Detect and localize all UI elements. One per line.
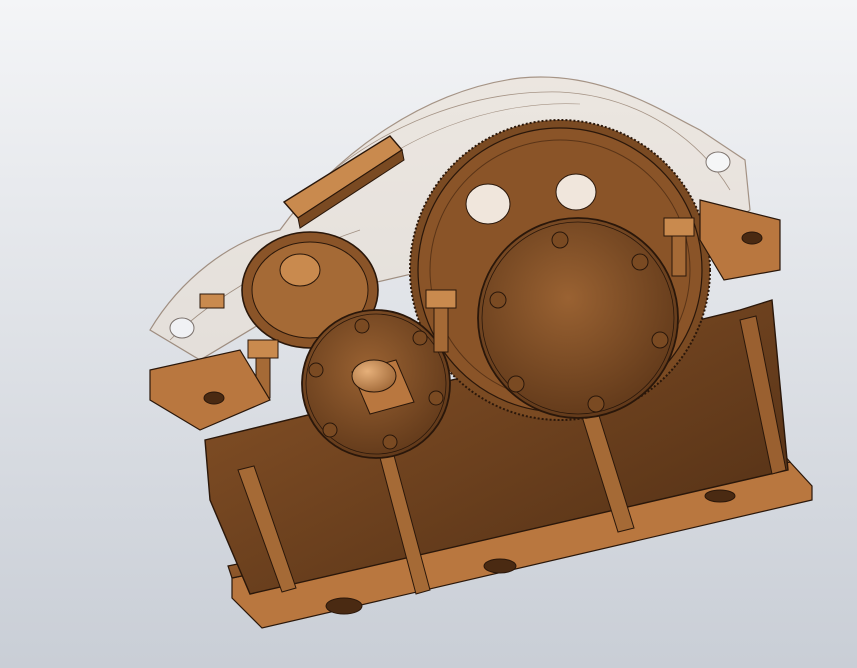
input-bearing-cap: [301, 309, 451, 459]
cap-bolt: [354, 318, 370, 334]
gear-hole: [555, 173, 597, 211]
cap-bolt: [308, 362, 324, 378]
gearbox-3d-model[interactable]: [0, 0, 857, 668]
cap-bolt: [412, 330, 428, 346]
cap-bolt: [651, 331, 669, 349]
cap-bolt: [428, 390, 444, 406]
gear-hole: [465, 183, 511, 225]
cap-bolt: [631, 253, 649, 271]
cap-bolt: [507, 375, 525, 393]
cap-bolt: [322, 422, 338, 438]
mounting-hole: [704, 489, 736, 503]
cap-bolt: [551, 231, 569, 249]
cap-bolt: [587, 395, 605, 413]
mounting-hole: [483, 558, 517, 574]
mounting-hole: [325, 597, 363, 615]
cad-viewport[interactable]: [0, 0, 857, 668]
cap-bolt: [382, 434, 398, 450]
hex-bolt: [199, 293, 225, 309]
output-bearing-cap: [477, 217, 679, 419]
cap-bolt: [489, 291, 507, 309]
